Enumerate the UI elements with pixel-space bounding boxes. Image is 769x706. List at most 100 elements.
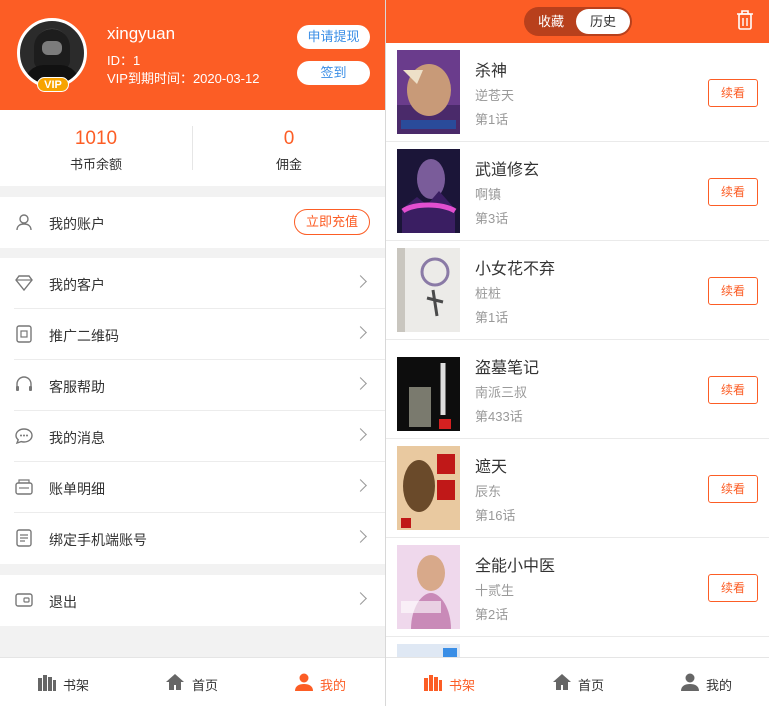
tab-label: 我的 — [706, 678, 733, 693]
book-title: 遮天 — [475, 459, 508, 476]
chevron-right-icon — [354, 326, 367, 339]
book-author: 辰东 — [475, 484, 502, 499]
book-chapter: 第2话 — [475, 607, 509, 622]
menu-item-label: 账单明细 — [49, 481, 105, 497]
book-author: 逆苍天 — [475, 88, 515, 103]
book-title: 全能小中医 — [475, 558, 556, 575]
menu-item-my-customers[interactable]: 我的客户 — [0, 258, 385, 309]
bookshelf-icon — [38, 675, 56, 691]
commission-value: 0 — [283, 128, 295, 149]
signin-button[interactable]: 签到 — [297, 61, 370, 85]
balance-panel: 1010 书币余额 0 佣金 — [0, 110, 385, 186]
user-icon — [16, 214, 32, 231]
withdraw-button[interactable]: 申请提现 — [297, 25, 370, 49]
book-chapter: 第1话 — [475, 310, 509, 325]
tab-label: 首页 — [578, 678, 605, 693]
chat-bubble-icon — [15, 428, 33, 445]
menu-item-label: 我的账户 — [49, 216, 105, 232]
continue-button[interactable]: 续看 — [708, 475, 758, 503]
menu-item-label: 我的消息 — [49, 430, 105, 446]
continue-button[interactable]: 续看 — [708, 178, 758, 206]
continue-button[interactable]: 续看 — [708, 79, 758, 107]
bottom-tab-bar: 书架 首页 我的 — [0, 657, 385, 706]
menu-item-bind-phone[interactable]: 绑定手机端账号 — [0, 513, 385, 564]
menu-item-label: 退出 — [49, 594, 77, 610]
bookshelf-screen: 收藏 历史 杀神 逆苍天 第1话 续看 武道修玄 啊镇 第3话 续看 小女花不弃… — [386, 0, 769, 706]
book-title: 杀神 — [475, 63, 508, 80]
book-item[interactable]: 武道修玄 啊镇 第3话 续看 — [386, 142, 769, 241]
book-title: 武道修玄 — [475, 162, 540, 179]
exit-icon — [15, 593, 33, 607]
tab-collect[interactable]: 收藏 — [524, 7, 578, 36]
book-cover[interactable] — [397, 149, 460, 233]
recharge-button[interactable]: 立即充值 — [294, 209, 370, 235]
continue-button[interactable]: 续看 — [708, 277, 758, 305]
book-cover[interactable] — [397, 248, 460, 332]
book-item[interactable]: 盗墓笔记 南派三叔 第433话 续看 — [386, 340, 769, 439]
tab-label: 书架 — [449, 678, 476, 693]
menu-item-messages[interactable]: 我的消息 — [0, 411, 385, 462]
profile-screen: VIP xingyuan ID：1 VIP到期时间：2020-03-12 申请提… — [0, 0, 385, 706]
person-icon — [295, 673, 313, 691]
book-author: 南派三叔 — [475, 385, 528, 400]
book-cover[interactable] — [397, 545, 460, 629]
book-item[interactable]: 全能小中医 十贰生 第2话 续看 — [386, 538, 769, 637]
book-chapter: 第16话 — [475, 508, 516, 523]
menu-item-logout[interactable]: 退出 — [0, 575, 385, 626]
book-cover[interactable] — [397, 347, 460, 431]
bill-icon — [15, 479, 33, 495]
commission[interactable]: 0 佣金 — [193, 128, 385, 173]
coin-balance[interactable]: 1010 书币余额 — [0, 128, 192, 173]
tab-label: 书架 — [63, 678, 90, 693]
bottom-tab-bar: 书架 首页 我的 — [386, 657, 769, 706]
home-icon — [553, 674, 571, 690]
headset-icon — [16, 376, 32, 391]
book-cover[interactable] — [397, 446, 460, 530]
continue-button[interactable]: 续看 — [708, 574, 758, 602]
book-item[interactable]: 遮天 辰东 第16话 续看 — [386, 439, 769, 538]
menu-item-bill[interactable]: 账单明细 — [0, 462, 385, 513]
book-item[interactable]: 杀神 逆苍天 第1话 续看 — [386, 43, 769, 142]
bookshelf-header: 收藏 历史 — [386, 0, 769, 43]
app-screens: VIP xingyuan ID：1 VIP到期时间：2020-03-12 申请提… — [0, 0, 769, 706]
tab-history[interactable]: 历史 — [576, 9, 630, 34]
username: xingyuan — [107, 24, 176, 43]
home-icon — [166, 674, 184, 690]
bookshelf-icon — [424, 675, 442, 691]
chevron-right-icon — [354, 428, 367, 441]
tab-label: 首页 — [192, 678, 219, 693]
phone-bind-icon — [16, 529, 32, 547]
menu-item-label: 绑定手机端账号 — [49, 532, 147, 548]
menu-item-support[interactable]: 客服帮助 — [0, 360, 385, 411]
commission-label: 佣金 — [275, 157, 302, 172]
book-chapter: 第433话 — [475, 409, 523, 424]
chevron-right-icon — [354, 275, 367, 288]
vip-badge: VIP — [37, 77, 69, 92]
chevron-right-icon — [354, 530, 367, 543]
coin-balance-value: 1010 — [74, 128, 118, 149]
trash-icon[interactable] — [735, 9, 755, 31]
qr-card-icon — [16, 325, 32, 343]
book-item[interactable]: 小女花不弃 桩桩 第1话 续看 — [386, 241, 769, 340]
diamond-icon — [15, 275, 33, 292]
book-author: 啊镇 — [475, 187, 502, 202]
person-icon — [681, 673, 699, 691]
book-title: 盗墓笔记 — [475, 360, 540, 377]
chevron-right-icon — [354, 592, 367, 605]
profile-header: VIP xingyuan ID：1 VIP到期时间：2020-03-12 申请提… — [0, 0, 385, 110]
chevron-right-icon — [354, 377, 367, 390]
segment-control: 收藏 历史 — [524, 7, 632, 36]
continue-button[interactable]: 续看 — [708, 376, 758, 404]
menu-item-label: 客服帮助 — [49, 379, 105, 395]
chevron-right-icon — [354, 479, 367, 492]
book-cover[interactable] — [397, 50, 460, 134]
book-author: 桩桩 — [475, 286, 502, 301]
menu-item-my-account[interactable]: 我的账户 立即充值 — [0, 197, 385, 248]
coin-balance-label: 书币余额 — [69, 157, 122, 172]
book-author: 十贰生 — [475, 583, 515, 598]
menu-item-label: 我的客户 — [49, 277, 105, 293]
tab-label: 我的 — [320, 678, 347, 693]
book-title: 小女花不弃 — [475, 261, 556, 278]
menu-item-label: 推广二维码 — [49, 328, 119, 344]
menu-item-promo-qr[interactable]: 推广二维码 — [0, 309, 385, 360]
